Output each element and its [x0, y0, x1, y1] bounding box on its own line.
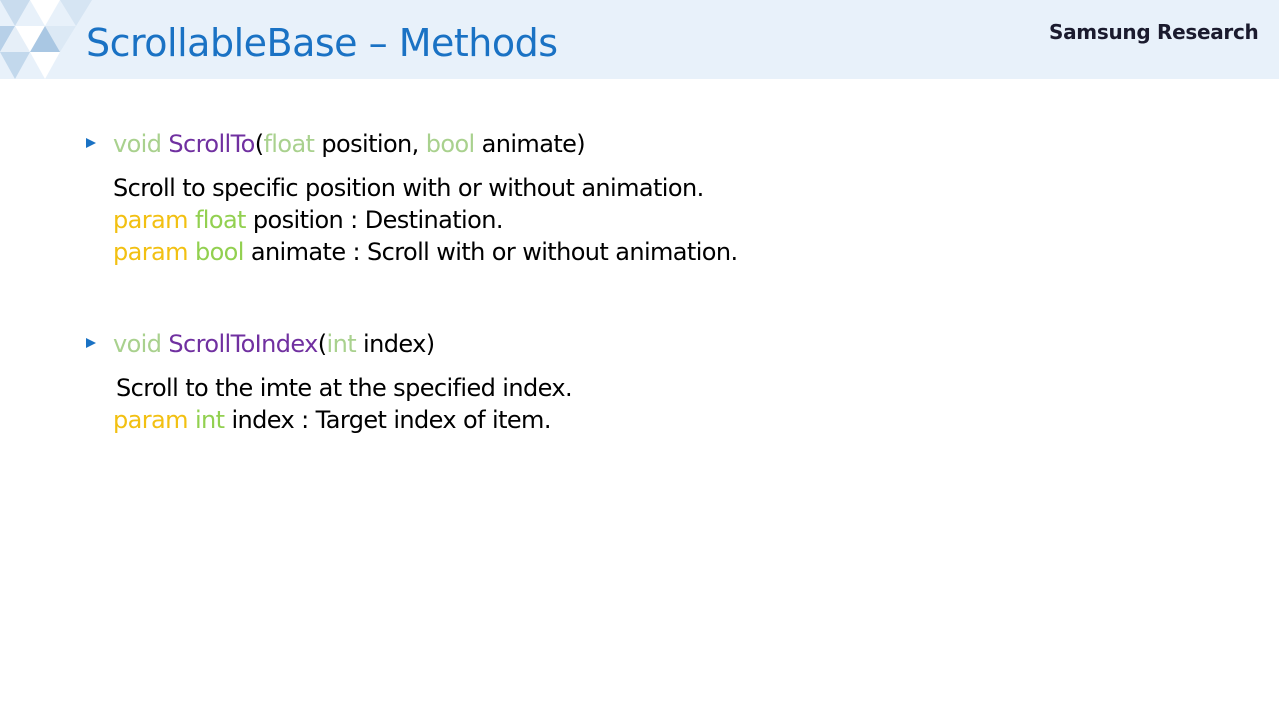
- triangle-bullet-icon: [86, 338, 96, 348]
- param-name: animate): [481, 130, 586, 158]
- method-description: Scroll to specific position with or with…: [113, 172, 738, 268]
- triangle-bullet-icon: [86, 138, 96, 148]
- method-summary: Scroll to the imte at the specified inde…: [116, 374, 573, 402]
- method-summary: Scroll to specific position with or with…: [113, 174, 704, 202]
- method-description: Scroll to the imte at the specified inde…: [113, 372, 573, 436]
- triangle-pattern-icon: [0, 0, 92, 79]
- return-type: void: [113, 130, 162, 158]
- param-line: param bool animate : Scroll with or with…: [113, 238, 738, 266]
- param-type: int: [326, 330, 357, 358]
- method-name: ScrollTo: [168, 130, 255, 158]
- open-paren: (: [317, 330, 327, 358]
- slide-header: ScrollableBase – Methods Samsung Researc…: [0, 0, 1279, 79]
- brand-logo: Samsung Research: [1049, 20, 1259, 44]
- param-type: float: [263, 130, 315, 158]
- param-line: param float position : Destination.: [113, 206, 503, 234]
- param-name: index): [363, 330, 435, 358]
- method-name: ScrollToIndex: [168, 330, 318, 358]
- param-name: position,: [321, 130, 419, 158]
- param-type: bool: [425, 130, 475, 158]
- return-type: void: [113, 330, 162, 358]
- param-line: param int index : Target index of item.: [113, 406, 551, 434]
- page-title: ScrollableBase – Methods: [86, 21, 558, 65]
